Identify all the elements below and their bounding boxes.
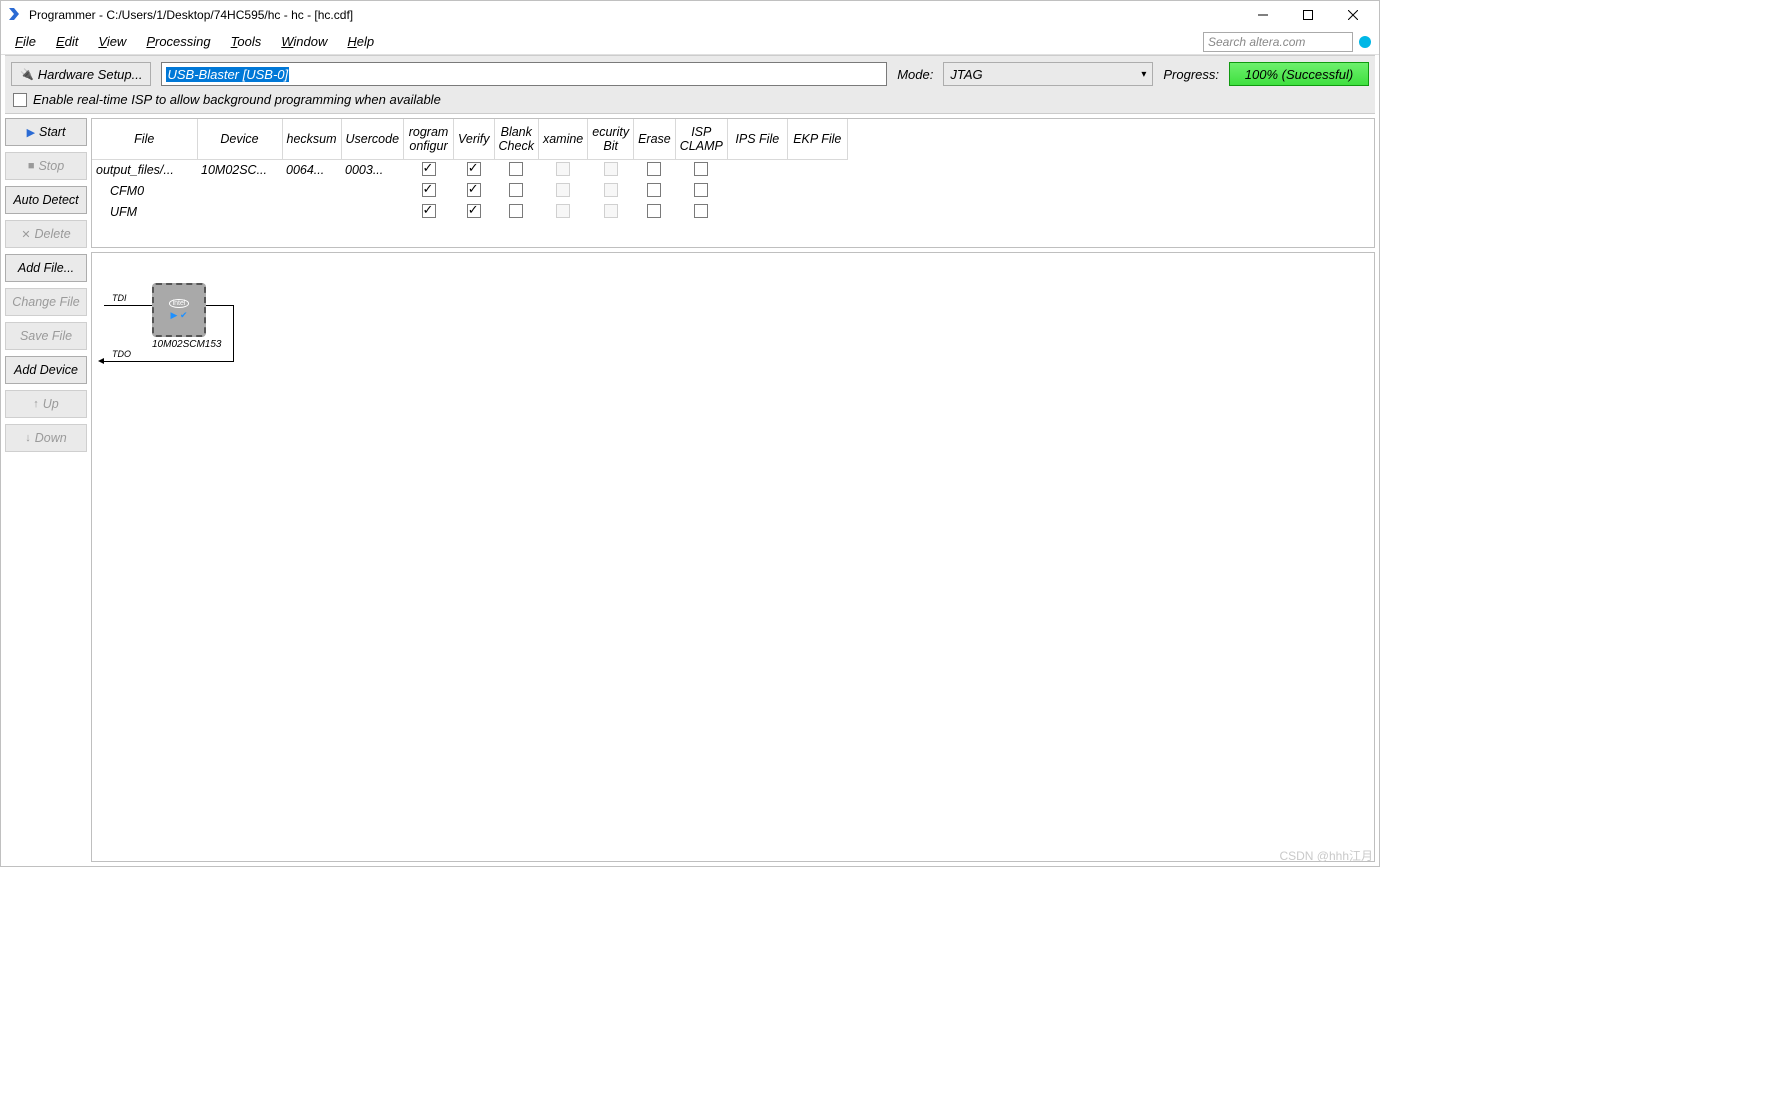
jtag-chain-diagram: TDI intel ▶ ✔ 10M02SCM153 TDO: [91, 252, 1375, 862]
tdo-wire-v: [233, 305, 234, 361]
checkbox[interactable]: [509, 204, 523, 218]
add-file-button[interactable]: Add File...: [5, 254, 87, 282]
mode-label: Mode:: [897, 67, 933, 82]
save-file-button: Save File: [5, 322, 87, 350]
device-table-panel: File Device hecksum Usercode rogram onfi…: [91, 118, 1375, 248]
checkbox[interactable]: [647, 162, 661, 176]
chip-status-icons: ▶ ✔: [171, 310, 188, 321]
checkbox[interactable]: [422, 162, 436, 176]
chip-label: 10M02SCM153: [152, 339, 221, 350]
minimize-button[interactable]: [1240, 1, 1285, 29]
col-isp[interactable]: ISP CLAMP: [675, 119, 727, 159]
col-erase[interactable]: Erase: [634, 119, 676, 159]
sidebar: ▶Start ■Stop Auto Detect ✕Delete Add Fil…: [5, 118, 87, 862]
auto-detect-button[interactable]: Auto Detect: [5, 186, 87, 214]
menu-tools[interactable]: Tools: [221, 32, 272, 51]
checkbox[interactable]: [647, 183, 661, 197]
tdo-label: TDO: [112, 349, 131, 359]
chip-brand: intel: [169, 299, 190, 308]
toolbar: 🔌 Hardware Setup... USB-Blaster [USB-0] …: [5, 55, 1375, 114]
menu-help[interactable]: Help: [337, 32, 384, 51]
checkbox: [556, 204, 570, 218]
delete-button: ✕Delete: [5, 220, 87, 248]
enable-isp-row[interactable]: Enable real-time ISP to allow background…: [11, 92, 1369, 107]
mode-select[interactable]: JTAG ▾: [943, 62, 1153, 86]
chip[interactable]: intel ▶ ✔ 10M02SCM153: [152, 283, 221, 350]
stop-button: ■Stop: [5, 152, 87, 180]
checkbox: [604, 204, 618, 218]
menu-view[interactable]: View: [88, 32, 136, 51]
table-row[interactable]: CFM0: [92, 181, 847, 202]
checkbox[interactable]: [509, 183, 523, 197]
table-row[interactable]: output_files/...10M02SC...0064...0003...: [92, 159, 847, 181]
search-input[interactable]: Search altera.com: [1203, 32, 1353, 52]
down-button: ↓Down: [5, 424, 87, 452]
col-checksum[interactable]: hecksum: [282, 119, 341, 159]
col-program[interactable]: rogram onfigur: [404, 119, 454, 159]
menu-file[interactable]: File: [5, 32, 46, 51]
menu-edit[interactable]: Edit: [46, 32, 88, 51]
checkbox[interactable]: [694, 162, 708, 176]
chip-body: intel ▶ ✔: [152, 283, 206, 337]
progress-bar: 100% (Successful): [1229, 62, 1369, 86]
menu-processing[interactable]: Processing: [136, 32, 220, 51]
col-device[interactable]: Device: [197, 119, 282, 159]
device-table[interactable]: File Device hecksum Usercode rogram onfi…: [92, 119, 848, 223]
tdo-wire-h1: [206, 305, 234, 306]
progress-label: Progress:: [1163, 67, 1219, 82]
checkbox[interactable]: [694, 183, 708, 197]
menu-window[interactable]: Window: [271, 32, 337, 51]
tdi-label: TDI: [112, 293, 127, 303]
checkbox[interactable]: [694, 204, 708, 218]
change-file-button: Change File: [5, 288, 87, 316]
close-button[interactable]: [1330, 1, 1375, 29]
col-blank[interactable]: Blank Check: [494, 119, 538, 159]
col-security[interactable]: ecurity Bit: [588, 119, 634, 159]
start-button[interactable]: ▶Start: [5, 118, 87, 146]
window-title: Programmer - C:/Users/1/Desktop/74HC595/…: [29, 8, 1240, 22]
hardware-setup-button[interactable]: 🔌 Hardware Setup...: [11, 62, 151, 86]
col-ekp[interactable]: EKP File: [787, 119, 847, 159]
table-row[interactable]: UFM: [92, 202, 847, 223]
checkbox[interactable]: [509, 162, 523, 176]
checkbox: [556, 162, 570, 176]
col-file[interactable]: File: [92, 119, 197, 159]
checkbox[interactable]: [422, 204, 436, 218]
up-button: ↑Up: [5, 390, 87, 418]
main-body: ▶Start ■Stop Auto Detect ✕Delete Add Fil…: [1, 114, 1379, 866]
menubar: File Edit View Processing Tools Window H…: [1, 29, 1379, 55]
enable-isp-label: Enable real-time ISP to allow background…: [33, 92, 441, 107]
col-examine[interactable]: xamine: [538, 119, 587, 159]
table-header-row: File Device hecksum Usercode rogram onfi…: [92, 119, 847, 159]
col-usercode[interactable]: Usercode: [341, 119, 404, 159]
checkbox: [604, 162, 618, 176]
watermark: CSDN @hhh江月: [1279, 847, 1373, 864]
enable-isp-checkbox[interactable]: [13, 93, 27, 107]
checkbox[interactable]: [467, 183, 481, 197]
app-icon: [7, 7, 23, 23]
checkbox: [604, 183, 618, 197]
col-verify[interactable]: Verify: [454, 119, 495, 159]
tdo-wire-h2: [104, 361, 234, 362]
checkbox: [556, 183, 570, 197]
checkbox[interactable]: [467, 204, 481, 218]
checkbox[interactable]: [422, 183, 436, 197]
hardware-field[interactable]: USB-Blaster [USB-0]: [161, 62, 887, 86]
add-device-button[interactable]: Add Device: [5, 356, 87, 384]
checkbox[interactable]: [467, 162, 481, 176]
checkbox[interactable]: [647, 204, 661, 218]
app-window: Programmer - C:/Users/1/Desktop/74HC595/…: [0, 0, 1380, 867]
tdi-wire: [104, 305, 152, 306]
col-ips[interactable]: IPS File: [727, 119, 787, 159]
maximize-button[interactable]: [1285, 1, 1330, 29]
titlebar: Programmer - C:/Users/1/Desktop/74HC595/…: [1, 1, 1379, 29]
search-icon[interactable]: [1359, 36, 1371, 48]
